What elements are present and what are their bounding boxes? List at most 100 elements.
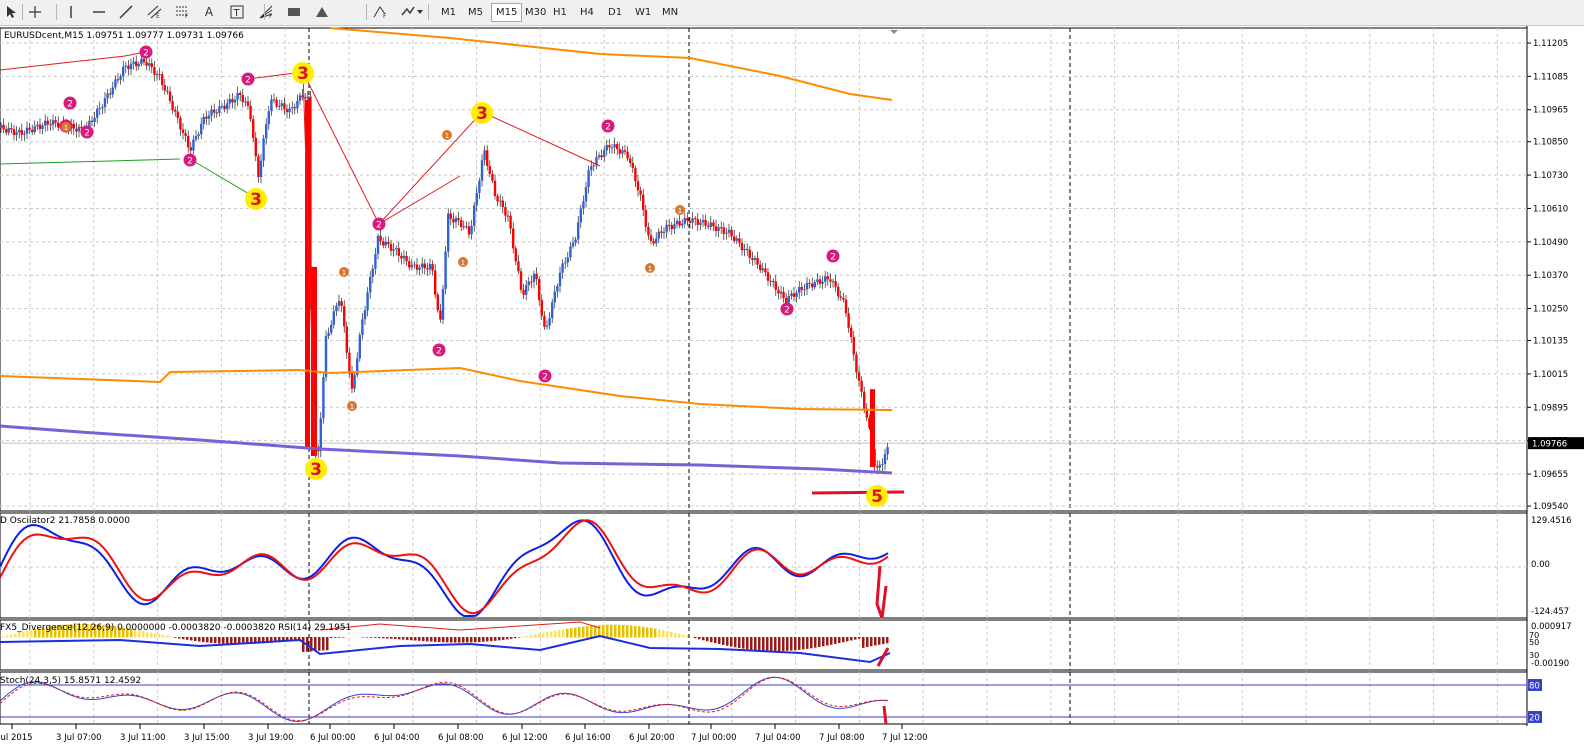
histogram-bar	[514, 637, 517, 639]
bear-candle	[839, 296, 842, 298]
histogram-bar	[154, 633, 157, 638]
bear-candle	[223, 105, 226, 110]
histogram-bar	[430, 637, 433, 642]
timeframe-m5-button[interactable]: M5	[464, 3, 487, 22]
trendline-tool-icon[interactable]	[117, 2, 135, 22]
time-axis-label: 3 Jul 15:00	[184, 733, 230, 743]
bear-candle	[712, 222, 715, 227]
bear-candle	[644, 210, 647, 227]
bear-candle	[176, 111, 179, 118]
fibonacci-fan-tool-icon[interactable]: F	[256, 2, 278, 22]
histogram-bar	[394, 637, 397, 640]
wave-label: 2	[143, 49, 149, 59]
bull-candle	[278, 105, 281, 107]
histogram-bar	[630, 625, 633, 638]
histogram-bar	[870, 637, 873, 647]
bear-candle	[31, 129, 34, 133]
bear-candle	[49, 124, 52, 126]
trading-chart[interactable]: 1.11205 1.11085 1.10965 1.10850 1.10730 1.106…	[0, 26, 1584, 751]
bull-candle	[473, 205, 476, 226]
histogram-bar	[850, 637, 853, 641]
bear-candle	[158, 73, 161, 75]
fibonacci-expansion-tool-icon[interactable]: F	[370, 2, 392, 22]
histogram-bar	[786, 637, 789, 651]
bull-candle	[111, 87, 114, 95]
bear-candle	[506, 215, 510, 217]
histogram-bar	[746, 637, 749, 650]
timeframe-mn-button[interactable]: MN	[658, 3, 682, 22]
bear-candle	[714, 226, 718, 231]
bear-candle	[769, 280, 772, 282]
histogram-bar	[534, 634, 537, 638]
bear-candle	[436, 294, 439, 311]
timeframe-d1-button[interactable]: D1	[604, 3, 626, 22]
histogram-bar	[762, 637, 765, 651]
histogram-bar	[358, 636, 361, 638]
bull-candle	[613, 144, 616, 148]
histogram-bar	[730, 637, 733, 647]
bear-candle	[231, 99, 234, 103]
text-label-tool-icon[interactable]: T	[228, 2, 246, 22]
bull-candle	[701, 219, 705, 223]
histogram-bar	[578, 626, 581, 638]
equidistant-channel-tool-icon[interactable]: E	[144, 2, 166, 22]
bull-candle	[831, 281, 835, 283]
bear-candle	[387, 241, 390, 245]
histogram-bar	[442, 637, 445, 643]
horizontal-line-tool-icon[interactable]	[90, 2, 108, 22]
histogram-bar	[158, 634, 161, 638]
divergence-header: FX5_Divergence(12,26,9) 0.0000000 -0.000…	[0, 623, 351, 633]
bull-candle	[236, 92, 239, 100]
cursor-tool-icon[interactable]	[2, 2, 20, 22]
histogram-bar	[506, 637, 509, 640]
bull-candle	[805, 282, 809, 290]
histogram-bar	[6, 635, 9, 638]
time-axis-label: 6 Jul 16:00	[565, 733, 611, 743]
crosshair-tool-icon[interactable]	[26, 2, 44, 22]
time-axis-label: 7 Jul 04:00	[755, 733, 801, 743]
histogram-bar	[562, 629, 565, 638]
bull-candle	[194, 136, 198, 140]
timeframe-h1-button[interactable]: H1	[549, 3, 571, 22]
histogram-bar	[166, 635, 169, 638]
histogram-bar	[706, 637, 709, 642]
bull-candle	[883, 454, 887, 465]
bear-candle	[205, 116, 208, 119]
bear-candle	[694, 218, 697, 220]
vertical-line-tool-icon[interactable]	[62, 2, 80, 22]
timeframe-m30-button[interactable]: M30	[521, 3, 550, 22]
bull-candle	[296, 100, 299, 109]
histogram-bar	[162, 634, 165, 638]
bull-candle	[675, 220, 679, 225]
bull-candle	[655, 238, 658, 244]
bull-candle	[574, 239, 577, 243]
histogram-bar	[854, 637, 857, 640]
histogram-bar	[398, 637, 401, 640]
bull-candle	[603, 150, 606, 158]
triangle-tool-icon[interactable]	[312, 2, 332, 22]
bull-candle	[51, 120, 55, 125]
bear-candle	[408, 261, 411, 268]
oscillator-pane[interactable]	[0, 512, 1528, 619]
histogram-bar	[658, 629, 661, 638]
histogram-bar	[498, 637, 501, 641]
arrows-tool-icon[interactable]	[398, 2, 426, 22]
timeframe-m15-button[interactable]: M15	[491, 3, 523, 22]
text-tool-label[interactable]: A	[200, 2, 218, 22]
bear-candle	[249, 105, 252, 120]
bull-candle	[44, 120, 47, 126]
timeframe-h4-button[interactable]: H4	[576, 3, 598, 22]
bear-candle	[844, 299, 848, 314]
bull-candle	[787, 295, 790, 303]
bear-candle	[774, 281, 777, 290]
histogram-bar	[622, 624, 625, 638]
timeframe-w1-button[interactable]: W1	[631, 3, 655, 22]
histogram-bar	[226, 637, 229, 644]
wave-label-big: 3	[250, 190, 262, 210]
fibonacci-retracement-tool-icon[interactable]: F	[172, 2, 194, 22]
histogram-bar	[150, 632, 153, 638]
timeframe-m1-button[interactable]: M1	[437, 3, 460, 22]
bear-candle	[808, 282, 811, 284]
toolbar-separator	[366, 4, 367, 20]
rectangle-tool-icon[interactable]	[284, 2, 304, 22]
